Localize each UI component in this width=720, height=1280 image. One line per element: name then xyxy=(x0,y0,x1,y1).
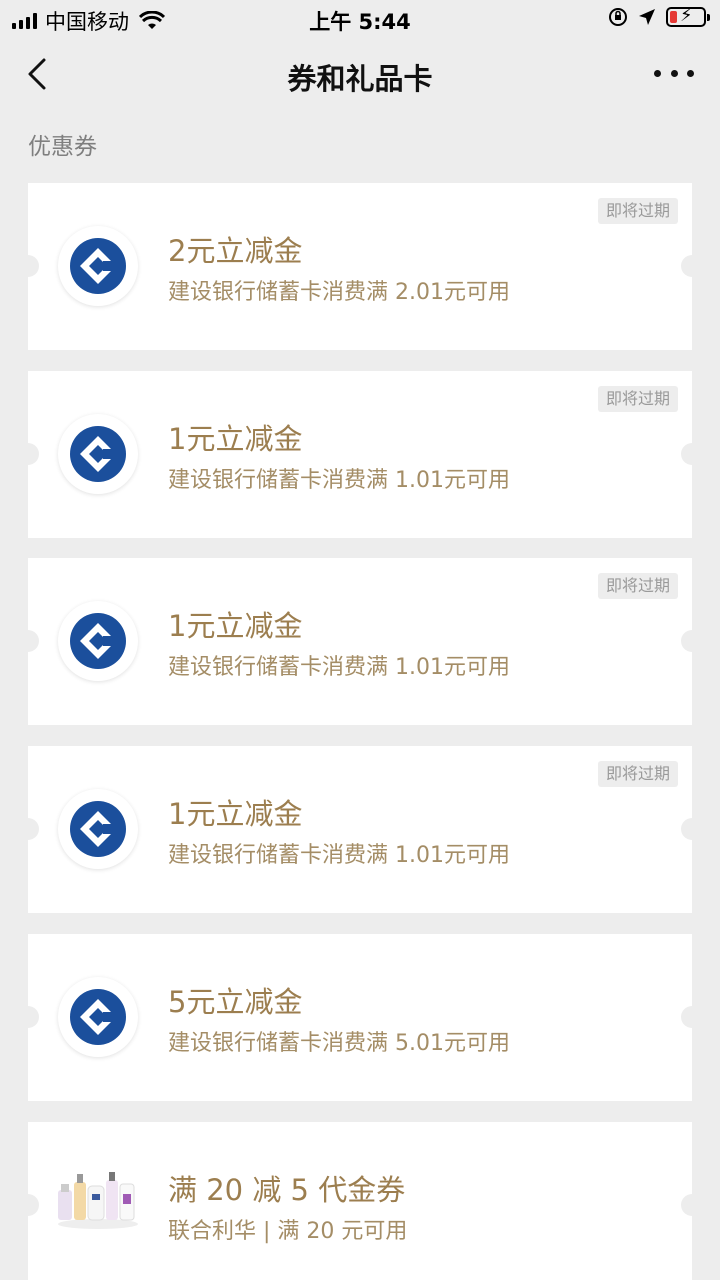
more-button[interactable] xyxy=(654,58,694,88)
ccb-logo-icon xyxy=(58,789,138,869)
coupon-title: 满 20 减 5 代金券 xyxy=(168,1173,406,1207)
card-notch xyxy=(681,443,703,465)
expiring-badge: 即将过期 xyxy=(597,573,678,599)
coupon-card[interactable]: 1元立减金 建设银行储蓄卡消费满 1.01元可用 即将过期 xyxy=(17,558,703,725)
product-bottles-icon xyxy=(58,1172,138,1229)
card-notch xyxy=(17,1194,39,1216)
coupon-card[interactable]: 2元立减金 建设银行储蓄卡消费满 2.01元可用 即将过期 xyxy=(17,183,703,350)
page-title: 券和礼品卡 xyxy=(287,62,433,96)
ccb-logo-icon xyxy=(58,414,138,494)
rotation-lock-icon xyxy=(609,8,627,26)
location-arrow-icon xyxy=(639,9,655,25)
coupon-title: 5元立减金 xyxy=(168,985,303,1019)
card-notch xyxy=(17,1006,39,1028)
more-dot xyxy=(654,69,661,77)
ccb-logo-icon xyxy=(58,977,138,1057)
card-notch xyxy=(681,630,703,652)
status-right: ⚡ xyxy=(608,6,710,27)
expiring-badge: 即将过期 xyxy=(597,761,678,787)
card-notch xyxy=(17,818,39,840)
coupon-card[interactable]: 5元立减金 建设银行储蓄卡消费满 5.01元可用 xyxy=(17,934,703,1101)
coupon-description: 联合利华 | 满 20 元可用 xyxy=(168,1219,408,1244)
more-dot xyxy=(670,69,678,77)
ccb-logo-icon xyxy=(58,601,138,681)
expiring-badge: 即将过期 xyxy=(597,386,678,412)
card-notch xyxy=(17,630,39,652)
card-notch xyxy=(681,1006,703,1028)
battery-icon: ⚡ xyxy=(666,6,710,27)
coupon-card[interactable]: 满 20 减 5 代金券 联合利华 | 满 20 元可用 xyxy=(17,1122,703,1280)
ccb-logo-icon xyxy=(58,226,138,306)
card-notch xyxy=(681,1194,703,1216)
coupon-title: 1元立减金 xyxy=(168,422,303,456)
nav-bar: 券和礼品卡 xyxy=(0,36,720,112)
coupon-title: 1元立减金 xyxy=(168,609,303,643)
status-bar: 中国移动 上午 5:44 ⚡ xyxy=(0,0,720,36)
more-dot xyxy=(687,69,694,77)
card-notch xyxy=(17,443,39,465)
coupon-description: 建设银行储蓄卡消费满 1.01元可用 xyxy=(168,655,510,680)
card-notch xyxy=(681,255,703,277)
coupon-description: 建设银行储蓄卡消费满 1.01元可用 xyxy=(168,468,510,493)
coupon-title: 1元立减金 xyxy=(168,797,303,831)
coupon-description: 建设银行储蓄卡消费满 5.01元可用 xyxy=(168,1031,510,1056)
card-notch xyxy=(681,818,703,840)
section-title-coupons: 优惠券 xyxy=(28,134,97,160)
coupon-card[interactable]: 1元立减金 建设银行储蓄卡消费满 1.01元可用 即将过期 xyxy=(17,746,703,913)
coupon-description: 建设银行储蓄卡消费满 1.01元可用 xyxy=(168,843,510,868)
coupon-title: 2元立减金 xyxy=(168,234,303,268)
coupon-description: 建设银行储蓄卡消费满 2.01元可用 xyxy=(168,280,510,305)
card-notch xyxy=(17,255,39,277)
coupon-card[interactable]: 1元立减金 建设银行储蓄卡消费满 1.01元可用 即将过期 xyxy=(17,371,703,538)
expiring-badge: 即将过期 xyxy=(597,198,678,224)
